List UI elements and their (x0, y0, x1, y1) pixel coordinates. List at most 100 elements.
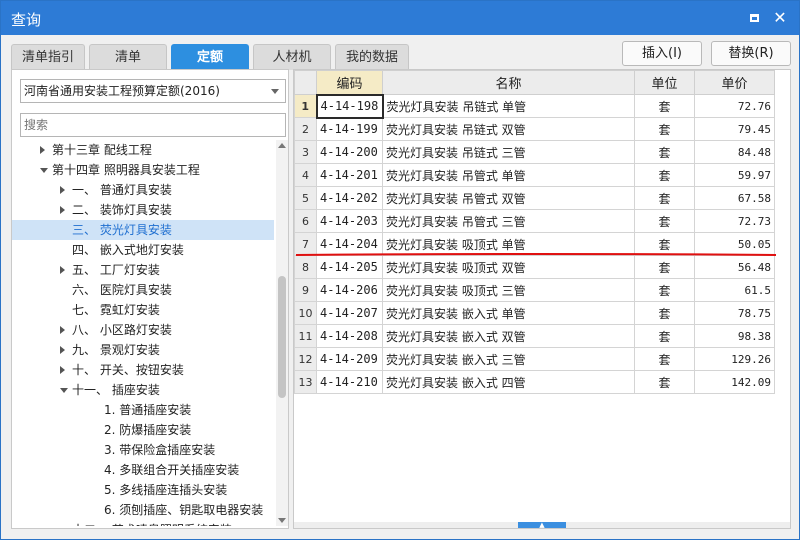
replace-button[interactable]: 替换(R) (711, 41, 791, 66)
unit-cell[interactable]: 套 (634, 209, 695, 233)
row-number-cell[interactable]: 2 (294, 117, 317, 141)
row-number-cell[interactable]: 4 (294, 163, 317, 187)
price-cell[interactable]: 84.48 (694, 140, 775, 164)
code-cell[interactable]: 4-14-210 (316, 370, 383, 394)
code-cell[interactable]: 4-14-200 (316, 140, 383, 164)
row-number-cell[interactable]: 11 (294, 324, 317, 348)
row-number-cell[interactable]: 5 (294, 186, 317, 210)
name-cell[interactable]: 荧光灯具安装 吊链式 三管 (382, 140, 635, 164)
tree-item[interactable]: 3. 带保险盒插座安装 (12, 440, 274, 460)
table-row[interactable]: 12 4-14-209 荧光灯具安装 嵌入式 三管套 129.26 (294, 347, 775, 371)
code-cell[interactable]: 4-14-208 (316, 324, 383, 348)
code-cell[interactable]: 4-14-202 (316, 186, 383, 210)
price-cell[interactable]: 59.97 (694, 163, 775, 187)
code-column-header[interactable]: 编码 (316, 70, 383, 95)
insert-button[interactable]: 插入(I) (622, 41, 702, 66)
price-cell[interactable]: 72.76 (694, 94, 775, 118)
scroll-thumb[interactable] (278, 276, 286, 398)
row-number-cell[interactable]: 9 (294, 278, 317, 302)
tree-item[interactable]: 五、 工厂灯安装 (12, 260, 274, 280)
tree-item[interactable]: 第十三章 配线工程 (12, 140, 274, 160)
tree-item[interactable]: 1. 普通插座安装 (12, 400, 274, 420)
caret-down-icon[interactable] (40, 168, 48, 173)
name-cell[interactable]: 荧光灯具安装 吊管式 单管 (382, 163, 635, 187)
caret-right-icon[interactable] (60, 366, 65, 374)
unit-cell[interactable]: 套 (634, 140, 695, 164)
tree-item[interactable]: 二、 装饰灯具安装 (12, 200, 274, 220)
table-row[interactable]: 9 4-14-206 荧光灯具安装 吸顶式 三管套 61.5 (294, 278, 775, 302)
price-cell[interactable]: 78.75 (694, 301, 775, 325)
unit-cell[interactable]: 套 (634, 117, 695, 141)
name-cell[interactable]: 荧光灯具安装 嵌入式 双管 (382, 324, 635, 348)
caret-right-icon[interactable] (60, 186, 65, 194)
name-cell[interactable]: 荧光灯具安装 嵌入式 三管 (382, 347, 635, 371)
tree-item[interactable]: 八、 小区路灯安装 (12, 320, 274, 340)
row-number-cell[interactable]: 13 (294, 370, 317, 394)
unit-cell[interactable]: 套 (634, 94, 695, 118)
name-cell[interactable]: 荧光灯具安装 嵌入式 单管 (382, 301, 635, 325)
tree-item[interactable]: 十二、 艺术喷泉照明系统安装 (12, 520, 274, 526)
tree-item[interactable]: 6. 须刨插座、钥匙取电器安装 (12, 500, 274, 520)
name-column-header[interactable]: 名称 (382, 70, 635, 95)
code-cell[interactable]: 4-14-198 (315, 93, 384, 119)
table-row[interactable]: 11 4-14-208 荧光灯具安装 嵌入式 双管套 98.38 (294, 324, 775, 348)
unit-column-header[interactable]: 单位 (634, 70, 695, 95)
caret-right-icon[interactable] (60, 326, 65, 334)
name-cell[interactable]: 荧光灯具安装 吊链式 双管 (382, 117, 635, 141)
caret-down-icon[interactable] (60, 388, 68, 393)
tab-list-guide[interactable]: 清单指引 (11, 44, 85, 70)
title-bar[interactable]: 查询 ✕ (1, 1, 799, 35)
scroll-up-icon[interactable] (278, 143, 286, 148)
code-cell[interactable]: 4-14-203 (316, 209, 383, 233)
price-cell[interactable]: 72.73 (694, 209, 775, 233)
horizontal-scrollbar[interactable]: ▲ (294, 522, 790, 529)
table-row[interactable]: 3 4-14-200 荧光灯具安装 吊链式 三管套 84.48 (294, 140, 775, 164)
table-row[interactable]: 4 4-14-201 荧光灯具安装 吊管式 单管套 59.97 (294, 163, 775, 187)
row-number-cell[interactable]: 6 (294, 209, 317, 233)
tree-item[interactable]: 十一、 插座安装 (12, 380, 274, 400)
name-cell[interactable]: 荧光灯具安装 吸顶式 三管 (382, 278, 635, 302)
tree-item[interactable]: 七、 霓虹灯安装 (12, 300, 274, 320)
tree-item[interactable]: 四、 嵌入式地灯安装 (12, 240, 274, 260)
code-cell[interactable]: 4-14-207 (316, 301, 383, 325)
row-number-cell[interactable]: 1 (294, 94, 317, 118)
row-number-cell[interactable]: 12 (294, 347, 317, 371)
tree-item[interactable]: 九、 景观灯安装 (12, 340, 274, 360)
quota-library-select[interactable]: 河南省通用安装工程预算定额(2016) (20, 79, 286, 103)
unit-cell[interactable]: 套 (634, 370, 695, 394)
row-number-cell[interactable]: 3 (294, 140, 317, 164)
table-row[interactable]: 2 4-14-199 荧光灯具安装 吊链式 双管套 79.45 (294, 117, 775, 141)
caret-right-icon[interactable] (40, 146, 45, 154)
price-cell[interactable]: 142.09 (694, 370, 775, 394)
caret-right-icon[interactable] (60, 346, 65, 354)
unit-cell[interactable]: 套 (634, 278, 695, 302)
tree-item[interactable]: 5. 多线插座连插头安装 (12, 480, 274, 500)
tree-item[interactable]: 一、 普通灯具安装 (12, 180, 274, 200)
name-cell[interactable]: 荧光灯具安装 吊管式 三管 (382, 209, 635, 233)
unit-cell[interactable]: 套 (634, 163, 695, 187)
table-row[interactable]: 10 4-14-207 荧光灯具安装 嵌入式 单管套 78.75 (294, 301, 775, 325)
row-number-cell[interactable]: 10 (294, 301, 317, 325)
tab-list[interactable]: 清单 (89, 44, 167, 70)
chevron-down-icon[interactable] (271, 89, 279, 94)
code-cell[interactable]: 4-14-209 (316, 347, 383, 371)
tree-item[interactable]: 2. 防爆插座安装 (12, 420, 274, 440)
tree-item[interactable]: 六、 医院灯具安装 (12, 280, 274, 300)
caret-right-icon[interactable] (60, 206, 65, 214)
name-cell[interactable]: 荧光灯具安装 嵌入式 四管 (382, 370, 635, 394)
price-cell[interactable]: 67.58 (694, 186, 775, 210)
scroll-handle-icon[interactable]: ▲ (518, 522, 566, 529)
table-row[interactable]: 5 4-14-202 荧光灯具安装 吊管式 双管套 67.58 (294, 186, 775, 210)
tab-labor-material[interactable]: 人材机 (253, 44, 331, 70)
code-cell[interactable]: 4-14-199 (316, 117, 383, 141)
table-row[interactable]: 13 4-14-210 荧光灯具安装 嵌入式 四管套 142.09 (294, 370, 775, 394)
price-cell[interactable]: 61.5 (694, 278, 775, 302)
code-cell[interactable]: 4-14-201 (316, 163, 383, 187)
unit-cell[interactable]: 套 (634, 186, 695, 210)
price-column-header[interactable]: 单价 (694, 70, 775, 95)
maximize-icon[interactable] (743, 7, 765, 29)
scroll-down-icon[interactable] (278, 518, 286, 523)
price-cell[interactable]: 79.45 (694, 117, 775, 141)
tree-item[interactable]: 三、 荧光灯具安装 (12, 220, 274, 240)
price-cell[interactable]: 98.38 (694, 324, 775, 348)
